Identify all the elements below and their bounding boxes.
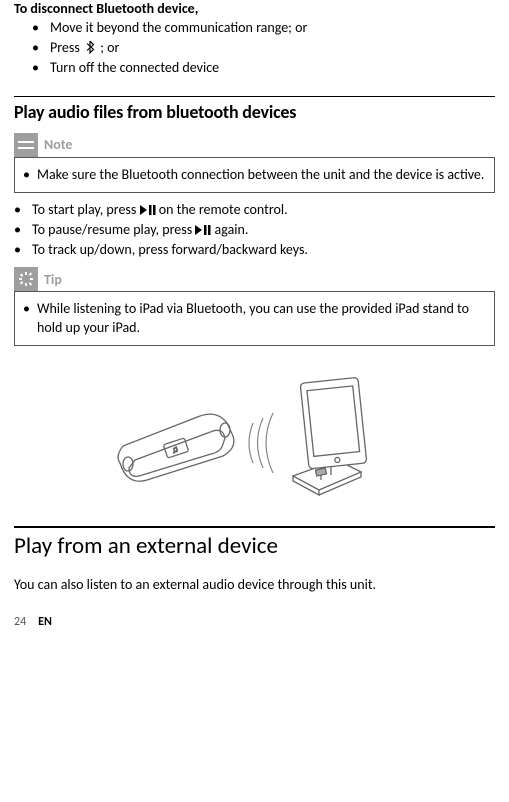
- bluetooth-icon: [83, 40, 97, 54]
- section-heading-play-bt: Play audio files from bluetooth devices: [14, 101, 495, 123]
- start-play-pre: To start play, press: [32, 201, 140, 218]
- bullet-dot: •: [23, 300, 37, 318]
- note-text: Make sure the Bluetooth connection betwe…: [37, 166, 486, 184]
- bullet-text: To track up/down, press forward/backward…: [32, 241, 495, 259]
- disconnect-title: To disconnect Bluetooth device,: [14, 0, 495, 17]
- press-prefix: Press: [50, 39, 83, 56]
- section-heading-external: Play from an external device: [14, 532, 495, 560]
- note-icon: [14, 133, 38, 157]
- pause-post: again.: [215, 221, 249, 238]
- language-code: EN: [38, 615, 52, 629]
- list-item: • To start play, press on the remote con…: [14, 201, 495, 219]
- note-body: • Make sure the Bluetooth connection bet…: [14, 157, 495, 193]
- bullet-dot: •: [23, 166, 37, 184]
- bullet-dot: •: [32, 19, 50, 37]
- press-suffix: ; or: [100, 39, 119, 56]
- bullet-dot: •: [14, 201, 32, 219]
- start-play-post: on the remote control.: [159, 201, 288, 218]
- list-item: • Move it beyond the communication range…: [14, 19, 495, 37]
- list-item: • While listening to iPad via Bluetooth,…: [23, 300, 486, 336]
- bullet-text: To pause/resume play, press again.: [32, 221, 495, 239]
- tip-label: Tip: [44, 271, 62, 288]
- disconnect-block: To disconnect Bluetooth device, • Move i…: [14, 0, 495, 78]
- play-pause-icon: [195, 225, 211, 235]
- list-item: • Make sure the Bluetooth connection bet…: [23, 166, 486, 184]
- list-item: • Turn off the connected device: [14, 59, 495, 77]
- play-pause-icon: [140, 205, 156, 215]
- svg-text:♫: ♫: [170, 443, 180, 456]
- tip-body: • While listening to iPad via Bluetooth,…: [14, 291, 495, 345]
- page-number: 24: [14, 615, 26, 629]
- bullet-dot: •: [32, 39, 50, 57]
- speaker-ipad-diagram: ♫: [14, 368, 495, 498]
- list-item: • To pause/resume play, press again.: [14, 221, 495, 239]
- bullet-dot: •: [32, 59, 50, 77]
- page-footer: 24 EN: [14, 615, 495, 629]
- note-label: Note: [44, 136, 72, 153]
- callout-head: Note: [14, 133, 495, 157]
- divider: [14, 526, 495, 528]
- divider: [14, 96, 495, 97]
- tip-callout: Tip • While listening to iPad via Blueto…: [14, 267, 495, 345]
- bullet-text: Press ; or: [50, 39, 495, 57]
- manual-page: To disconnect Bluetooth device, • Move i…: [0, 0, 509, 643]
- pause-pre: To pause/resume play, press: [32, 221, 195, 238]
- bullet-dot: •: [14, 221, 32, 239]
- tip-text: While listening to iPad via Bluetooth, y…: [37, 300, 486, 336]
- bullet-text: To start play, press on the remote contr…: [32, 201, 495, 219]
- external-text: You can also listen to an external audio…: [14, 576, 495, 593]
- note-callout: Note • Make sure the Bluetooth connectio…: [14, 133, 495, 193]
- tip-icon: [14, 267, 38, 291]
- callout-head: Tip: [14, 267, 495, 291]
- playback-steps: • To start play, press on the remote con…: [14, 201, 495, 260]
- list-item: • Press ; or: [14, 39, 495, 57]
- bullet-text: Move it beyond the communication range; …: [50, 19, 495, 37]
- bullet-dot: •: [14, 241, 32, 259]
- list-item: • To track up/down, press forward/backwa…: [14, 241, 495, 259]
- bullet-text: Turn off the connected device: [50, 59, 495, 77]
